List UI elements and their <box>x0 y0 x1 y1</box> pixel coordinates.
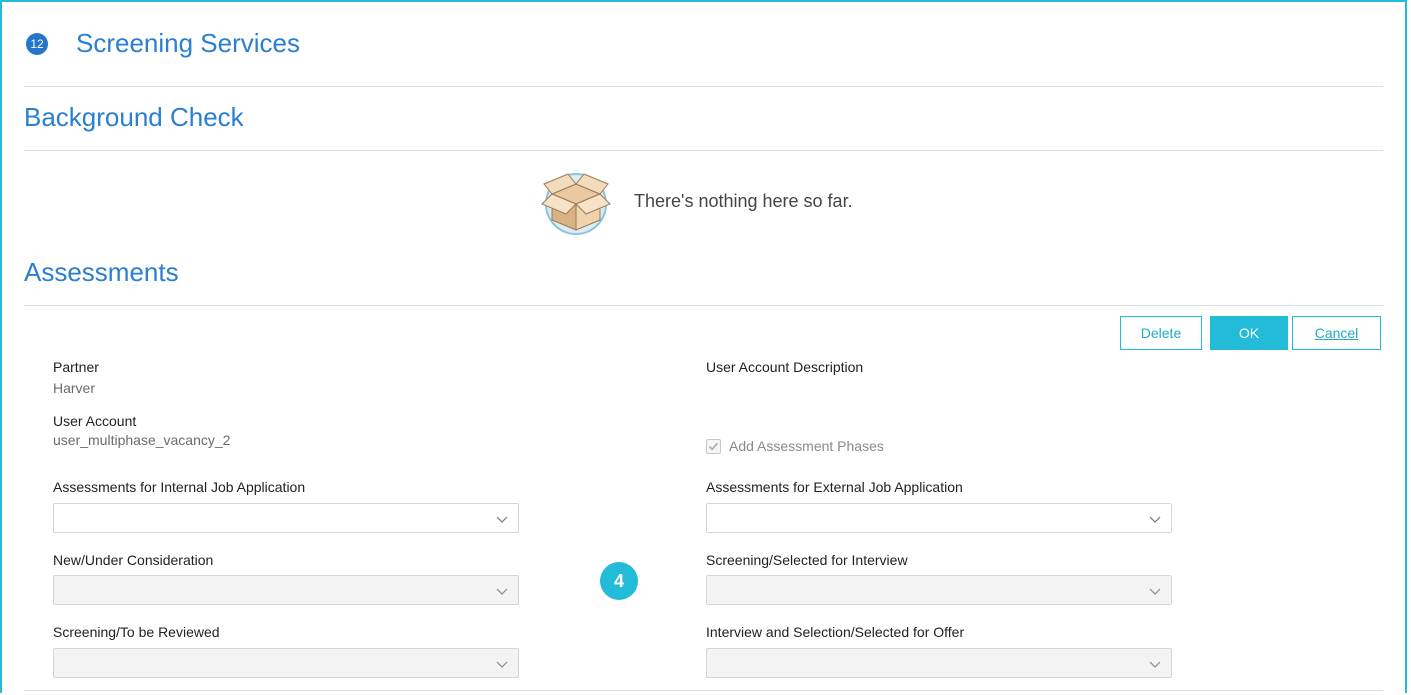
empty-state-message: There's nothing here so far. <box>634 190 853 211</box>
new-under-consideration-select[interactable] <box>53 575 519 605</box>
background-check-header: Background Check <box>24 86 1383 151</box>
user-account-label: User Account <box>53 413 137 429</box>
internal-assessments-label: Assessments for Internal Job Application <box>53 479 306 495</box>
ok-button[interactable]: OK <box>1210 316 1288 350</box>
open-box-icon <box>541 173 611 235</box>
new-under-consideration-label: New/Under Consideration <box>53 552 214 568</box>
chevron-down-icon <box>496 661 508 668</box>
external-assessments-label: Assessments for External Job Application <box>706 479 963 495</box>
add-assessment-phases-label: Add Assessment Phases <box>729 438 884 454</box>
internal-assessments-select[interactable] <box>53 503 519 533</box>
user-account-description-label: User Account Description <box>706 359 864 375</box>
interview-offer-select[interactable] <box>706 648 1172 678</box>
interview-offer-label: Interview and Selection/Selected for Off… <box>706 624 965 640</box>
chevron-down-icon <box>496 516 508 523</box>
partner-label: Partner <box>53 359 99 375</box>
chevron-down-icon <box>496 588 508 595</box>
chevron-down-icon <box>1149 516 1161 523</box>
assessments-title: Assessments <box>24 257 179 287</box>
add-assessment-phases-row[interactable]: Add Assessment Phases <box>706 438 884 454</box>
bottom-divider <box>24 690 1383 691</box>
chevron-down-icon <box>1149 661 1161 668</box>
user-account-value: user_multiphase_vacancy_2 <box>53 432 231 448</box>
add-assessment-phases-checkbox[interactable] <box>706 438 721 454</box>
external-assessments-select[interactable] <box>706 503 1172 533</box>
assessments-header: Assessments <box>24 241 1383 306</box>
chevron-down-icon <box>1149 588 1161 595</box>
step-badge: 4 <box>600 562 638 600</box>
screening-services-header: 12 Screening Services <box>24 0 1383 87</box>
screening-review-select[interactable] <box>53 648 519 678</box>
page-title: Screening Services <box>76 28 300 58</box>
screening-review-label: Screening/To be Reviewed <box>53 624 220 640</box>
screening-selected-label: Screening/Selected for Interview <box>706 552 908 568</box>
cancel-button[interactable]: Cancel <box>1292 316 1381 350</box>
screening-selected-select[interactable] <box>706 575 1172 605</box>
delete-button[interactable]: Delete <box>1120 316 1202 350</box>
background-check-title: Background Check <box>24 102 244 132</box>
checkmark-icon <box>708 442 719 450</box>
empty-state: There's nothing here so far. <box>540 166 853 236</box>
partner-value: Harver <box>53 380 96 396</box>
section-number-badge: 12 <box>26 33 48 55</box>
